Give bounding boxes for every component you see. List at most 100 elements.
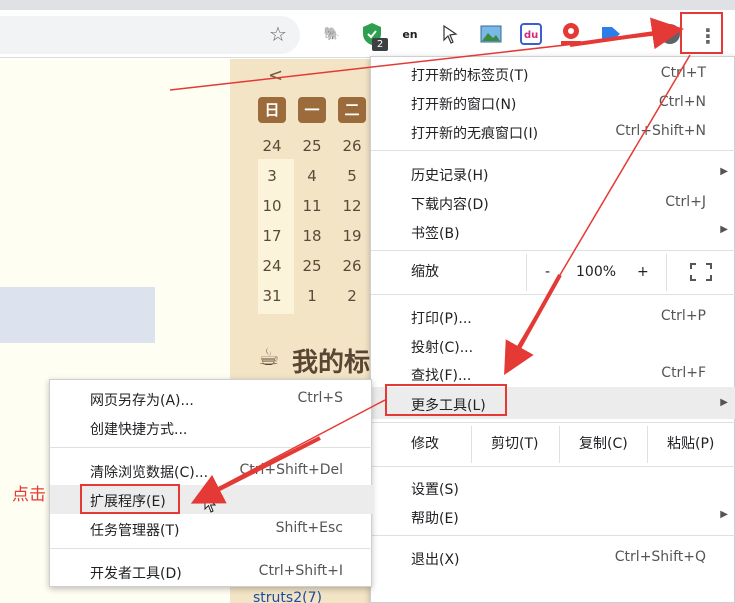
menu-item-label: 设置(S)	[411, 482, 459, 498]
menu-item-print[interactable]: 打印(P)... Ctrl+P	[371, 302, 735, 331]
menu-item-cast[interactable]: 投射(C)...	[371, 331, 735, 360]
menu-divider	[371, 422, 735, 423]
edit-label: 修改	[411, 436, 439, 452]
record-extension-icon[interactable]	[559, 22, 583, 46]
submenu-item-task-manager[interactable]: 任务管理器(T) Shift+Esc	[50, 514, 373, 543]
menu-item-label: 清除浏览数据(C)...	[90, 465, 209, 481]
menu-divider	[371, 250, 735, 251]
menu-item-help[interactable]: 帮助(E) ▶	[371, 502, 735, 531]
menu-item-label: 历史记录(H)	[411, 168, 489, 184]
calendar-day[interactable]: 5	[338, 167, 366, 189]
menu-item-shortcut: Ctrl+N	[658, 94, 706, 110]
menu-item-shortcut: Ctrl+Shift+Del	[239, 462, 343, 478]
cut-button[interactable]: 剪切(T)	[491, 426, 538, 463]
translate-extension-icon[interactable]: en	[398, 22, 422, 46]
menu-item-label: 打开新的窗口(N)	[411, 97, 517, 113]
menu-item-label: 投射(C)...	[411, 340, 474, 356]
menu-button-highlight	[680, 12, 723, 54]
menu-item-label: 任务管理器(T)	[90, 523, 180, 539]
menu-item-exit[interactable]: 退出(X) Ctrl+Shift+Q	[371, 543, 735, 572]
menu-divider	[371, 535, 735, 536]
fullscreen-icon[interactable]	[689, 254, 713, 291]
evernote-extension-icon[interactable]: 🐘	[320, 22, 344, 46]
zoom-out-button[interactable]: -	[545, 254, 550, 291]
menu-item-shortcut: Ctrl+P	[660, 308, 706, 324]
zoom-divider	[666, 254, 667, 291]
menu-edit-row: 修改 剪切(T) 复制(C) 粘贴(P)	[371, 426, 735, 463]
menu-item-label: 打开新的无痕窗口(I)	[411, 126, 539, 142]
edit-divider	[471, 426, 472, 463]
calendar-day[interactable]: 10	[258, 197, 286, 219]
calendar-day[interactable]: 19	[338, 227, 366, 249]
menu-item-history[interactable]: 历史记录(H) ▶	[371, 159, 735, 188]
extension-badge: 2	[372, 38, 388, 51]
page-gray-block	[0, 287, 155, 343]
cursor-extension-icon[interactable]	[438, 22, 462, 46]
calendar-header-mon: 一	[298, 97, 326, 123]
menu-item-new-incognito[interactable]: 打开新的无痕窗口(I) Ctrl+Shift+N	[371, 117, 735, 146]
calendar-day[interactable]: 12	[338, 197, 366, 219]
more-tools-submenu: 网页另存为(A)... Ctrl+S 创建快捷方式... 清除浏览数据(C)..…	[49, 379, 373, 587]
calendar-prev-button[interactable]: <	[268, 65, 283, 86]
du-extension-icon[interactable]: du	[519, 22, 543, 46]
menu-item-shortcut: Ctrl+T	[660, 65, 706, 81]
mouse-cursor-icon	[204, 493, 218, 518]
category-link[interactable]: struts2(7)	[253, 590, 322, 603]
zoom-divider	[526, 254, 527, 291]
menu-divider	[371, 150, 735, 151]
calendar-day[interactable]: 17	[258, 227, 286, 249]
image-extension-icon[interactable]	[479, 22, 503, 46]
calendar-day[interactable]: 24	[258, 257, 286, 279]
menu-item-shortcut: Ctrl+Shift+Q	[614, 549, 706, 565]
menu-divider	[50, 548, 373, 549]
copy-button[interactable]: 复制(C)	[579, 426, 628, 463]
menu-item-label: 打开新的标签页(T)	[411, 68, 529, 84]
section-title: 我的标	[292, 348, 371, 378]
menu-item-settings[interactable]: 设置(S)	[371, 473, 735, 502]
paste-button[interactable]: 粘贴(P)	[667, 426, 714, 463]
address-bar[interactable]	[0, 16, 300, 54]
menu-item-shortcut: Ctrl+Shift+I	[258, 563, 343, 579]
menu-item-label: 帮助(E)	[411, 511, 459, 527]
submenu-item-save-page[interactable]: 网页另存为(A)... Ctrl+S	[50, 384, 373, 413]
chrome-main-menu: 打开新的标签页(T) Ctrl+T 打开新的窗口(N) Ctrl+N 打开新的无…	[370, 56, 735, 603]
submenu-item-clear-data[interactable]: 清除浏览数据(C)... Ctrl+Shift+Del	[50, 456, 373, 485]
menu-item-downloads[interactable]: 下载内容(D) Ctrl+J	[371, 188, 735, 217]
calendar-day[interactable]: 31	[258, 287, 286, 309]
menu-item-new-tab[interactable]: 打开新的标签页(T) Ctrl+T	[371, 59, 735, 88]
menu-item-shortcut: Ctrl+S	[297, 390, 343, 406]
menu-item-bookmarks[interactable]: 书签(B) ▶	[371, 217, 735, 246]
menu-item-shortcut: Ctrl+F	[661, 365, 706, 381]
calendar-day[interactable]: 25	[298, 257, 326, 279]
calendar-day[interactable]: 11	[298, 197, 326, 219]
calendar-header-tue: 二	[338, 97, 366, 123]
zoom-label: 缩放	[411, 264, 439, 280]
calendar-day[interactable]: 25	[298, 137, 326, 159]
calendar-day[interactable]: 26	[338, 137, 366, 159]
edit-divider	[647, 426, 648, 463]
menu-item-shortcut: Ctrl+J	[665, 194, 706, 210]
menu-zoom-row: 缩放 - 100% +	[371, 254, 735, 291]
zoom-value: 100%	[576, 264, 617, 280]
submenu-item-create-shortcut[interactable]: 创建快捷方式...	[50, 413, 373, 442]
calendar-day[interactable]: 2	[338, 287, 366, 309]
menu-item-label: 网页另存为(A)...	[90, 393, 194, 409]
calendar-day[interactable]: 4	[298, 167, 326, 189]
calendar-day[interactable]: 3	[258, 167, 286, 189]
zoom-in-button[interactable]: +	[637, 254, 649, 291]
menu-item-new-window[interactable]: 打开新的窗口(N) Ctrl+N	[371, 88, 735, 117]
coffee-cup-icon: ☕	[258, 343, 280, 371]
submenu-item-dev-tools[interactable]: 开发者工具(D) Ctrl+Shift+I	[50, 557, 373, 586]
calendar-day[interactable]: 24	[258, 137, 286, 159]
extensions-highlight	[80, 484, 180, 514]
menu-item-label: 创建快捷方式...	[90, 422, 188, 438]
tag-extension-icon[interactable]	[599, 22, 623, 46]
profile-avatar[interactable]	[660, 24, 680, 44]
calendar-day[interactable]: 18	[298, 227, 326, 249]
calendar-day[interactable]: 1	[298, 287, 326, 309]
submenu-arrow-icon: ▶	[720, 166, 728, 177]
bookmark-star-icon[interactable]: ☆	[266, 22, 290, 46]
menu-item-label: 开发者工具(D)	[90, 566, 182, 582]
more-tools-highlight	[385, 384, 507, 416]
calendar-day[interactable]: 26	[338, 257, 366, 279]
